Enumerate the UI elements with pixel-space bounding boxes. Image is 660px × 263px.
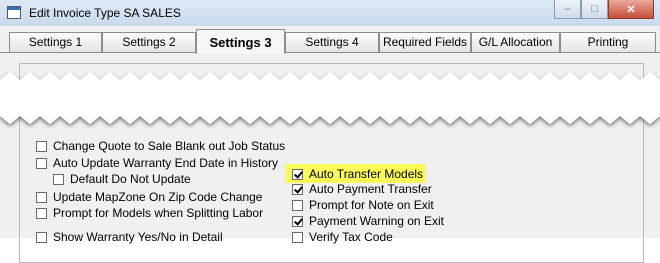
option-payment-warning-exit[interactable]: Payment Warning on Exit (292, 213, 444, 229)
tab-settings-2[interactable]: Settings 2 (102, 32, 196, 52)
option-prompt-note-exit[interactable]: Prompt for Note on Exit (292, 197, 434, 213)
option-label: Verify Tax Code (309, 230, 393, 244)
tab-gl-allocation[interactable]: G/L Allocation (471, 32, 560, 52)
checkbox-checked[interactable] (292, 183, 303, 195)
tab-printing[interactable]: Printing (560, 32, 656, 52)
option-label: Auto Transfer Models (309, 167, 424, 181)
option-default-do-not-update[interactable]: Default Do Not Update (53, 171, 191, 187)
option-show-warranty[interactable]: Show Warranty Yes/No in Detail (36, 229, 223, 245)
option-label: Show Warranty Yes/No in Detail (53, 230, 223, 244)
window-controls: – □ ✕ (554, 0, 654, 19)
option-auto-payment-transfer[interactable]: Auto Payment Transfer (292, 181, 432, 197)
checkbox[interactable] (36, 231, 47, 243)
tab-settings-1[interactable]: Settings 1 (9, 32, 102, 52)
checkbox[interactable] (53, 173, 64, 185)
option-label: Auto Update Warranty End Date in History (53, 156, 278, 170)
option-label: Auto Payment Transfer (309, 182, 432, 196)
tab-settings-4[interactable]: Settings 4 (285, 32, 379, 52)
checkbox[interactable] (292, 199, 303, 211)
checkbox[interactable] (36, 207, 47, 219)
window-icon[interactable] (7, 6, 21, 19)
option-change-quote[interactable]: Change Quote to Sale Blank out Job Statu… (36, 138, 285, 154)
maximize-button[interactable]: □ (581, 0, 608, 19)
checkbox-checked[interactable] (292, 168, 303, 180)
checkbox-checked[interactable] (292, 215, 303, 227)
option-label: Default Do Not Update (70, 172, 191, 186)
window-title: Edit Invoice Type SA SALES (29, 6, 181, 20)
checkbox[interactable] (36, 140, 47, 152)
tab-settings-3[interactable]: Settings 3 (196, 29, 285, 54)
minimize-button[interactable]: – (554, 0, 581, 19)
option-verify-tax-code[interactable]: Verify Tax Code (292, 229, 393, 245)
option-auto-transfer-models[interactable]: Auto Transfer Models (292, 166, 423, 182)
close-button[interactable]: ✕ (608, 0, 654, 19)
title-bar: Edit Invoice Type SA SALES – □ ✕ (0, 0, 660, 27)
checkbox[interactable] (292, 231, 303, 243)
checkbox[interactable] (36, 191, 47, 203)
tab-required-fields[interactable]: Required Fields (379, 32, 471, 52)
option-update-mapzone[interactable]: Update MapZone On Zip Code Change (36, 189, 262, 205)
option-prompt-models[interactable]: Prompt for Models when Splitting Labor (36, 205, 263, 221)
option-label: Update MapZone On Zip Code Change (53, 190, 263, 204)
option-label: Prompt for Note on Exit (309, 198, 434, 212)
option-label: Payment Warning on Exit (309, 214, 444, 228)
checkbox[interactable] (36, 157, 47, 169)
torn-gap (0, 72, 660, 124)
option-label: Change Quote to Sale Blank out Job Statu… (53, 139, 286, 153)
option-label: Prompt for Models when Splitting Labor (53, 206, 264, 220)
tab-strip: Settings 1 Settings 2 Settings 3 Setting… (0, 26, 660, 54)
option-auto-update-warranty[interactable]: Auto Update Warranty End Date in History (36, 155, 278, 171)
